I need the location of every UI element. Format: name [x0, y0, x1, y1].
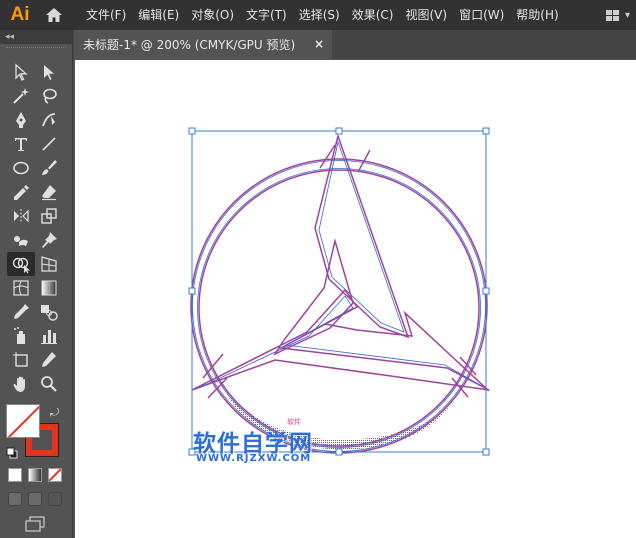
paintbrush-icon[interactable]	[35, 156, 63, 180]
blade-center	[272, 238, 354, 356]
lasso-icon[interactable]	[35, 84, 63, 108]
artboard-tool-icon[interactable]	[7, 348, 35, 372]
handle-top-left[interactable]	[188, 127, 196, 135]
panel-grip[interactable]	[6, 47, 66, 57]
reflect-tool-icon[interactable]	[7, 204, 35, 228]
draw-normal-icon[interactable]	[8, 492, 22, 506]
workspace-grid-icon	[605, 9, 619, 21]
selection-tool-icon[interactable]	[7, 60, 35, 84]
menu-help[interactable]: 帮助(H)	[510, 0, 564, 30]
fill-stroke-controls: ⤾	[6, 404, 66, 464]
document-tab[interactable]: 未标题-1* @ 200% (CMYK/GPU 预览) ×	[74, 30, 332, 59]
menu-effect[interactable]: 效果(C)	[346, 0, 400, 30]
draw-behind-icon[interactable]	[28, 492, 42, 506]
shaper-tool-icon[interactable]	[7, 180, 35, 204]
handle-middle-right[interactable]	[482, 287, 490, 295]
menu-view[interactable]: 视图(V)	[399, 0, 453, 30]
menu-bar: Ai 文件(F) 编辑(E) 对象(O) 文字(T) 选择(S) 效果(C) 视…	[0, 0, 636, 30]
menu-edit[interactable]: 编辑(E)	[132, 0, 185, 30]
illustrator-window: Ai 文件(F) 编辑(E) 对象(O) 文字(T) 选择(S) 效果(C) 视…	[0, 0, 636, 538]
menu-list: 文件(F) 编辑(E) 对象(O) 文字(T) 选择(S) 效果(C) 视图(V…	[80, 0, 565, 30]
document-tab-bar: 未标题-1* @ 200% (CMYK/GPU 预览) ×	[73, 30, 636, 59]
close-icon[interactable]: ×	[314, 37, 324, 51]
workspace-switcher[interactable]: ▾	[605, 0, 636, 30]
zoom-icon[interactable]	[35, 372, 63, 396]
eraser-icon[interactable]	[35, 180, 63, 204]
menu-window[interactable]: 窗口(W)	[453, 0, 510, 30]
pen-tool-icon[interactable]	[7, 108, 35, 132]
column-graph-icon[interactable]	[35, 324, 63, 348]
pin-icon[interactable]	[35, 228, 63, 252]
blade-left-inner	[198, 295, 481, 389]
blade-left	[191, 288, 490, 391]
handle-bottom-right[interactable]	[482, 448, 490, 456]
tick-left-upper	[202, 353, 224, 379]
default-colors-icon[interactable]	[6, 444, 18, 459]
slice-tool-icon[interactable]	[35, 348, 63, 372]
gradient-tool-icon[interactable]	[35, 276, 63, 300]
handle-top-right[interactable]	[482, 127, 490, 135]
app-logo: Ai	[10, 4, 30, 25]
artboard-canvas[interactable]: 软件 软件自学网 WWW.RJZXW.COM	[75, 60, 636, 538]
document-tab-title: 未标题-1* @ 200% (CMYK/GPU 预览)	[83, 38, 296, 52]
watermark-url: WWW.RJZXW.COM	[196, 453, 312, 464]
fill-color-swatch[interactable]	[6, 404, 40, 438]
color-mode-row	[8, 468, 62, 482]
menu-object[interactable]: 对象(O)	[185, 0, 240, 30]
line-tool-icon[interactable]	[35, 132, 63, 156]
puppet-warp-icon[interactable]	[7, 228, 35, 252]
curvature-tool-icon[interactable]	[35, 108, 63, 132]
color-mode-icon[interactable]	[8, 468, 22, 482]
none-mode-icon[interactable]	[48, 468, 62, 482]
blade-right	[324, 310, 490, 392]
handle-top-middle[interactable]	[335, 127, 343, 135]
type-tool-icon[interactable]	[7, 132, 35, 156]
magic-wand-icon[interactable]	[7, 84, 35, 108]
scale-tool-icon[interactable]	[35, 204, 63, 228]
blend-tool-icon[interactable]	[35, 300, 63, 324]
symbol-sprayer-icon[interactable]	[7, 324, 35, 348]
ellipse-tool-icon[interactable]	[7, 156, 35, 180]
mesh-tool-icon[interactable]	[7, 276, 35, 300]
home-icon[interactable]	[40, 0, 68, 30]
tools-collapse-toggle[interactable]: ◂◂	[0, 30, 72, 44]
draw-mode-row	[8, 492, 62, 506]
hand-tool-icon[interactable]	[7, 372, 35, 396]
direct-selection-tool-icon[interactable]	[35, 60, 63, 84]
shape-builder-tool-icon[interactable]	[7, 252, 35, 276]
chevron-down-icon: ▾	[624, 9, 630, 21]
inner-ring	[198, 169, 480, 447]
eyedropper-icon[interactable]	[7, 300, 35, 324]
perspective-grid-icon[interactable]	[35, 252, 63, 276]
menu-file[interactable]: 文件(F)	[80, 0, 132, 30]
selection-handles[interactable]	[188, 127, 490, 456]
logo-artwork[interactable]	[75, 60, 636, 538]
menu-type[interactable]: 文字(T)	[240, 0, 293, 30]
draw-inside-icon[interactable]	[48, 492, 62, 506]
swap-fill-stroke-icon[interactable]: ⤾	[50, 406, 59, 420]
handle-middle-left[interactable]	[188, 287, 196, 295]
screen-mode-icon[interactable]	[24, 516, 48, 532]
handle-bottom-middle[interactable]	[335, 448, 343, 456]
tools-panel: ◂◂ ⤾	[0, 30, 73, 538]
gradient-mode-icon[interactable]	[28, 468, 42, 482]
menu-select[interactable]: 选择(S)	[293, 0, 346, 30]
